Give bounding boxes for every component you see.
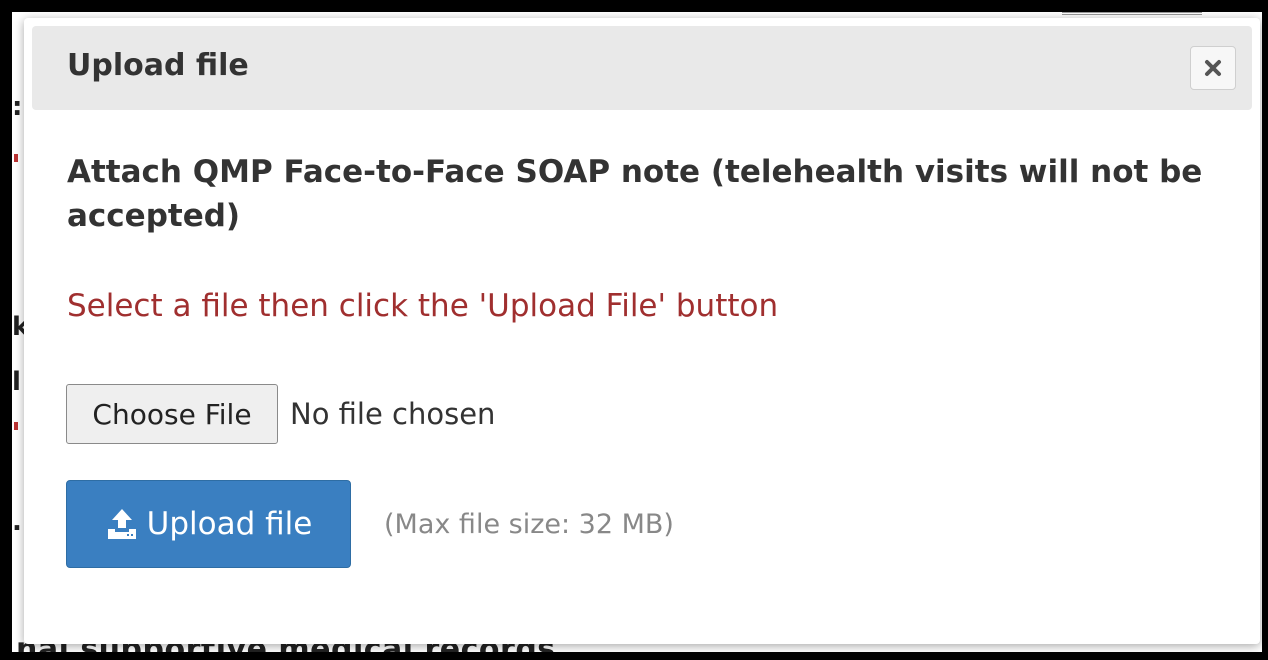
choose-file-button[interactable]: Choose File	[66, 384, 278, 444]
background-red-mark	[14, 422, 18, 430]
file-status: No file chosen	[290, 397, 496, 431]
background-red-mark	[14, 154, 18, 162]
upload-hint: Select a file then click the 'Upload Fil…	[67, 288, 779, 324]
upload-button-label: Upload file	[146, 506, 313, 542]
background-glyph: :	[12, 92, 23, 122]
max-file-size-note: (Max file size: 32 MB)	[384, 508, 674, 540]
upload-row: Upload file (Max file size: 32 MB)	[66, 480, 674, 568]
attachment-instruction: Attach QMP Face-to-Face SOAP note (teleh…	[67, 154, 1203, 234]
close-icon	[1205, 60, 1221, 76]
upload-file-modal: Upload file Attach QMP Face-to-Face SOAP…	[24, 18, 1260, 644]
background-glyph: l	[12, 367, 21, 397]
file-input: Choose File No file chosen	[66, 384, 495, 444]
close-button[interactable]	[1190, 46, 1236, 90]
background-glyph: .	[12, 507, 22, 537]
modal-header: Upload file	[32, 26, 1252, 110]
upload-icon	[107, 509, 136, 539]
upload-file-button[interactable]: Upload file	[66, 480, 351, 568]
screenshot-frame: : k l . nal supportive medical records U…	[0, 0, 1268, 660]
modal-title: Upload file	[67, 48, 249, 83]
